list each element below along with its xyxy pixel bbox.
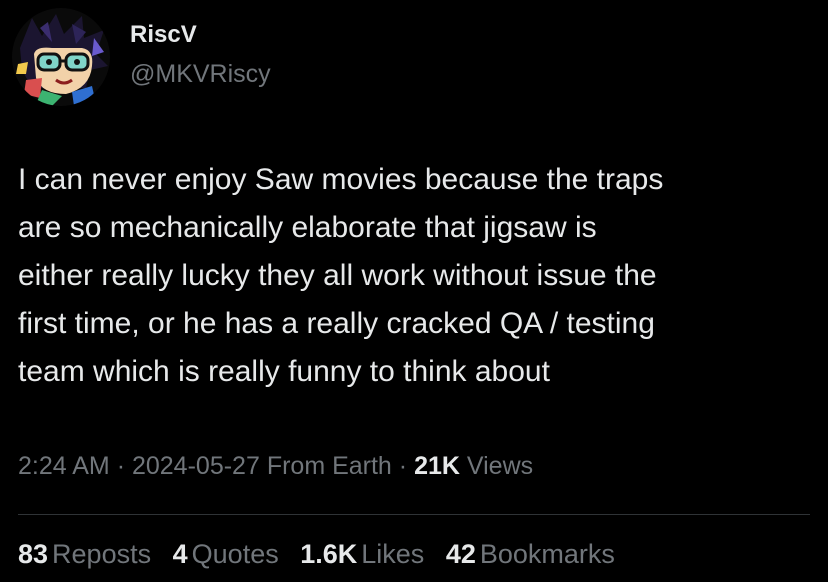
likes-count: 1.6K xyxy=(300,539,358,569)
bookmarks-count: 42 xyxy=(445,539,476,569)
timestamp-time[interactable]: 2:24 AM xyxy=(18,452,110,480)
bookmarks-label: Bookmarks xyxy=(479,539,615,569)
likes-stat[interactable]: 1.6K Likes xyxy=(300,539,424,570)
reposts-label: Reposts xyxy=(52,539,152,569)
reposts-count: 83 xyxy=(18,539,49,569)
author-display-name[interactable]: RiscV xyxy=(130,21,197,49)
cartoon-character-avatar-icon xyxy=(12,8,110,106)
likes-label: Likes xyxy=(361,539,425,569)
quotes-stat[interactable]: 4 Quotes xyxy=(173,539,279,570)
views-count: 21K xyxy=(414,452,460,480)
quotes-count: 4 xyxy=(172,539,188,569)
views-link[interactable]: 21K Views xyxy=(414,452,533,480)
tweet-text: I can never enjoy Saw movies because the… xyxy=(18,156,818,396)
divider xyxy=(18,514,810,515)
tweet-meta: 2:24 AM · 2024-05-27 From Earth · 21K Vi… xyxy=(18,452,533,481)
views-label: Views xyxy=(466,452,534,480)
meta-separator: · xyxy=(398,452,408,480)
tweet-text-line: team which is really funny to think abou… xyxy=(18,355,550,388)
quotes-label: Quotes xyxy=(191,539,279,569)
tweet-text-line: I can never enjoy Saw movies because the… xyxy=(18,163,664,196)
tweet-text-line: either really lucky they all work withou… xyxy=(18,259,657,292)
meta-separator: · xyxy=(116,452,126,480)
engagement-stats: 83 Reposts 4 Quotes 1.6K Likes 42 Bookmarks xyxy=(18,539,615,570)
author-handle[interactable]: @MKVRiscy xyxy=(130,60,271,89)
reposts-stat[interactable]: 83 Reposts xyxy=(18,539,151,570)
tweet-text-line: first time, or he has a really cracked Q… xyxy=(18,307,655,340)
bookmarks-stat[interactable]: 42 Bookmarks xyxy=(446,539,615,570)
tweet-text-line: are so mechanically elaborate that jigsa… xyxy=(18,211,597,244)
timestamp-date[interactable]: 2024-05-27 xyxy=(132,452,260,480)
avatar[interactable] xyxy=(12,8,110,106)
tweet-source: From Earth xyxy=(266,452,392,480)
